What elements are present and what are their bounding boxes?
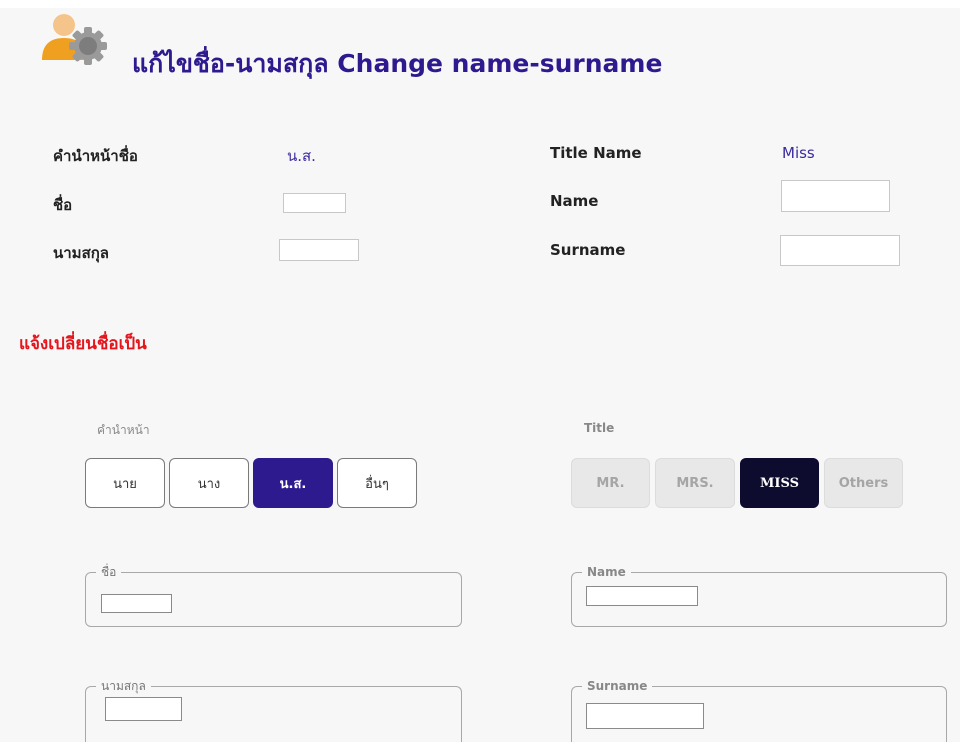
title-option-mrs-th[interactable]: นาง bbox=[169, 458, 249, 508]
page-title: แก้ไขชื่อ-นามสกุล Change name-surname bbox=[132, 49, 663, 78]
title-option-mr-en[interactable]: MR. bbox=[571, 458, 650, 508]
title-option-miss-en[interactable]: MISS bbox=[740, 458, 819, 508]
title-option-miss-th[interactable]: น.ส. bbox=[253, 458, 333, 508]
thai-title-value: น.ส. bbox=[287, 147, 316, 165]
thai-name-value-box bbox=[283, 193, 346, 213]
page-panel bbox=[0, 8, 960, 742]
thai-name-label: ชื่อ bbox=[53, 196, 73, 214]
new-en-surname-input[interactable] bbox=[586, 703, 704, 729]
en-surname-label: Surname bbox=[550, 241, 626, 259]
new-thai-name-input[interactable] bbox=[101, 594, 172, 613]
en-title-label: Title Name bbox=[550, 144, 642, 162]
title-option-other-th[interactable]: อื่นๆ bbox=[337, 458, 417, 508]
en-name-value-box bbox=[781, 180, 890, 212]
thai-title-group-label: คำนำหน้า bbox=[97, 423, 150, 437]
title-option-mrs-en[interactable]: MRS. bbox=[655, 458, 735, 508]
new-thai-surname-input[interactable] bbox=[105, 697, 182, 721]
new-en-name-legend: Name bbox=[587, 565, 626, 579]
thai-surname-value-box bbox=[279, 239, 359, 261]
change-notice: แจ้งเปลี่ยนชื่อเป็น bbox=[19, 334, 147, 354]
title-option-mr-th[interactable]: นาย bbox=[85, 458, 165, 508]
new-thai-name-legend: ชื่อ bbox=[101, 565, 117, 579]
user-settings-icon bbox=[40, 12, 112, 72]
title-option-others-en[interactable]: Others bbox=[824, 458, 903, 508]
en-surname-value-box bbox=[780, 235, 900, 266]
thai-title-label: คำนำหน้าชื่อ bbox=[53, 147, 138, 165]
new-en-surname-legend: Surname bbox=[587, 679, 648, 693]
en-name-label: Name bbox=[550, 192, 599, 210]
en-title-group-label: Title bbox=[584, 421, 615, 435]
en-title-value: Miss bbox=[782, 144, 815, 162]
new-thai-surname-legend: นามสกุล bbox=[101, 679, 146, 693]
new-en-name-input[interactable] bbox=[586, 586, 698, 606]
thai-surname-label: นามสกุล bbox=[53, 244, 109, 262]
